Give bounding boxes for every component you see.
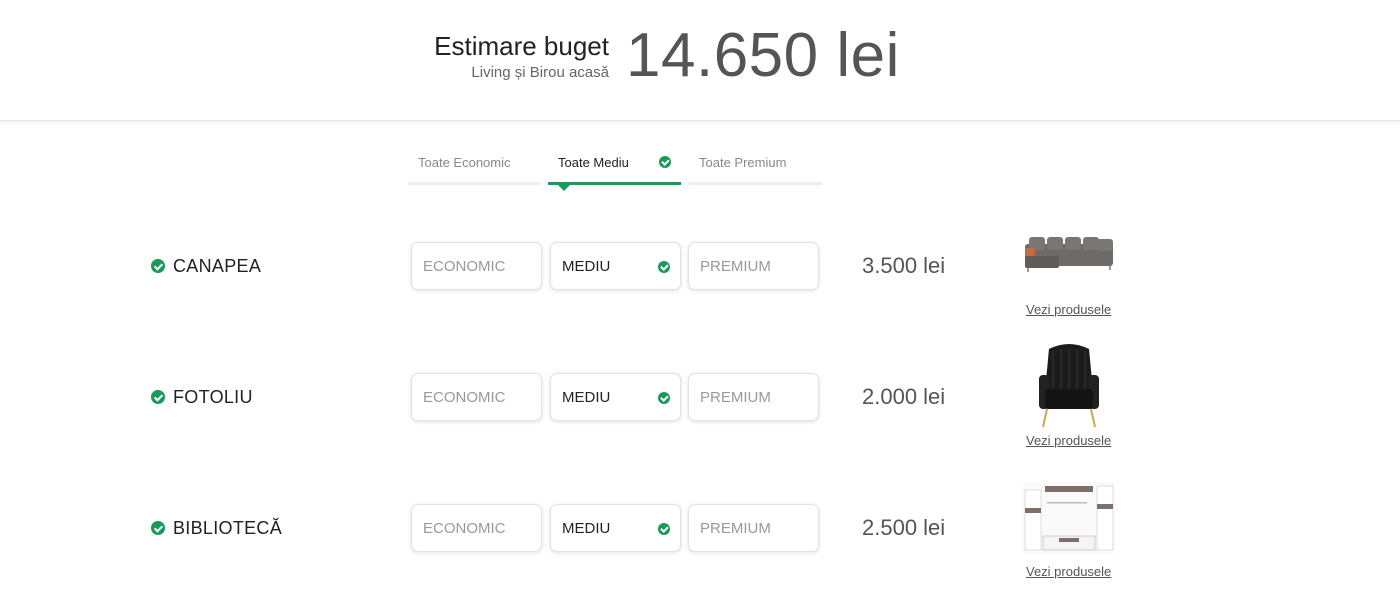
check-icon xyxy=(151,390,165,404)
option-label: PREMIUM xyxy=(700,389,771,406)
view-products-link[interactable]: Vezi produsele xyxy=(1026,433,1111,448)
page-subtitle: Living și Birou acasă xyxy=(471,64,609,81)
category-price: 2.500 lei xyxy=(862,515,946,540)
tab-all-mediu[interactable]: Toate Mediu xyxy=(548,145,681,191)
category-label: BIBLIOTECĂ xyxy=(151,504,282,552)
bookcase-image xyxy=(1023,482,1115,554)
check-icon xyxy=(658,523,670,535)
category-row-fotoliu: FOTOLIU ECONOMIC MEDIU PREMIUM 2.000 lei… xyxy=(0,344,1400,493)
option-premium-button[interactable]: PREMIUM xyxy=(688,242,819,290)
check-icon xyxy=(151,521,165,535)
option-label: PREMIUM xyxy=(700,258,771,275)
category-label: FOTOLIU xyxy=(151,373,253,421)
check-icon xyxy=(659,156,671,168)
option-economic-button[interactable]: ECONOMIC xyxy=(411,242,542,290)
category-name: CANAPEA xyxy=(173,255,262,276)
active-tab-caret-icon xyxy=(558,185,570,191)
option-economic-button[interactable]: ECONOMIC xyxy=(411,504,542,552)
check-icon xyxy=(151,259,165,273)
tab-label: Toate Mediu xyxy=(558,155,629,170)
option-label: MEDIU xyxy=(562,520,611,537)
tab-label: Toate Economic xyxy=(418,155,511,170)
option-mediu-button[interactable]: MEDIU xyxy=(550,373,681,421)
check-icon xyxy=(658,261,670,273)
sofa-image xyxy=(1025,237,1113,272)
view-products-link[interactable]: Vezi produsele xyxy=(1026,564,1111,579)
option-label: MEDIU xyxy=(562,389,611,406)
category-price: 3.500 lei xyxy=(862,253,946,278)
option-label: ECONOMIC xyxy=(423,389,506,406)
category-name: BIBLIOTECĂ xyxy=(173,517,283,538)
page-title: Estimare buget xyxy=(434,31,609,61)
armchair-image xyxy=(1039,344,1099,428)
option-label: ECONOMIC xyxy=(423,520,506,537)
tab-all-economic[interactable]: Toate Economic xyxy=(408,145,541,185)
option-label: ECONOMIC xyxy=(423,258,506,275)
check-icon xyxy=(658,392,670,404)
category-name: FOTOLIU xyxy=(173,386,253,407)
option-mediu-button[interactable]: MEDIU xyxy=(550,504,681,552)
budget-header: Estimare buget Living și Birou acasă 14.… xyxy=(0,0,1400,121)
option-premium-button[interactable]: PREMIUM xyxy=(688,504,819,552)
option-premium-button[interactable]: PREMIUM xyxy=(688,373,819,421)
view-products-link[interactable]: Vezi produsele xyxy=(1026,302,1111,317)
budget-total: 14.650 lei xyxy=(626,21,900,90)
option-label: MEDIU xyxy=(562,258,611,275)
category-row-biblioteca: BIBLIOTECĂ ECONOMIC MEDIU PREMIUM 2.500 … xyxy=(0,482,1400,596)
tab-all-premium[interactable]: Toate Premium xyxy=(689,145,822,185)
category-label: CANAPEA xyxy=(151,242,261,290)
option-label: PREMIUM xyxy=(700,520,771,537)
category-price: 2.000 lei xyxy=(862,384,946,409)
option-mediu-button[interactable]: MEDIU xyxy=(550,242,681,290)
category-row-canapea: CANAPEA ECONOMIC MEDIU PREMIUM 3.500 lei… xyxy=(0,237,1400,362)
tab-label: Toate Premium xyxy=(699,155,787,170)
option-economic-button[interactable]: ECONOMIC xyxy=(411,373,542,421)
